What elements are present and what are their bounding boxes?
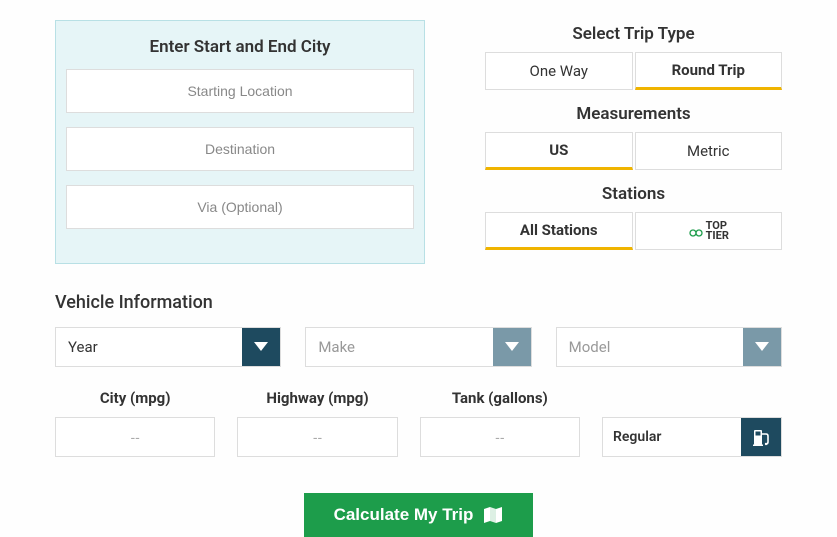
make-select-label: Make <box>306 328 492 366</box>
model-select[interactable]: Model <box>556 327 782 367</box>
model-select-label: Model <box>557 328 743 366</box>
top-tier-button[interactable]: TOP TIER <box>635 212 783 250</box>
year-select[interactable]: Year <box>55 327 281 367</box>
one-way-button[interactable]: One Way <box>485 52 633 90</box>
measurements-toggle: US Metric <box>485 132 782 170</box>
starting-location-input[interactable] <box>66 69 414 113</box>
location-panel: Enter Start and End City <box>55 20 425 264</box>
us-button[interactable]: US <box>485 132 633 170</box>
fuel-pump-icon <box>741 418 781 456</box>
fuel-type-select[interactable]: Regular <box>602 417 782 457</box>
measurements-heading: Measurements <box>485 104 782 124</box>
make-select[interactable]: Make <box>305 327 531 367</box>
city-mpg-label: City (mpg) <box>55 389 215 407</box>
vehicle-heading: Vehicle Information <box>55 292 782 313</box>
all-stations-button[interactable]: All Stations <box>485 212 633 250</box>
map-icon <box>483 506 503 524</box>
via-input[interactable] <box>66 185 414 229</box>
destination-input[interactable] <box>66 127 414 171</box>
options-panel: Select Trip Type One Way Round Trip Meas… <box>485 20 782 264</box>
stations-toggle: All Stations TOP TIER <box>485 212 782 250</box>
top-tier-label-bottom: TIER <box>706 229 729 242</box>
chevron-down-icon <box>743 328 781 366</box>
year-select-label: Year <box>56 328 242 366</box>
trip-type-heading: Select Trip Type <box>485 24 782 44</box>
chevron-down-icon <box>493 328 531 366</box>
highway-mpg-input[interactable] <box>237 417 397 457</box>
location-heading: Enter Start and End City <box>66 37 414 57</box>
top-tier-icon <box>688 225 704 237</box>
fuel-type-label: Regular <box>603 418 741 456</box>
round-trip-button[interactable]: Round Trip <box>635 52 783 90</box>
city-mpg-input[interactable] <box>55 417 215 457</box>
highway-mpg-label: Highway (mpg) <box>237 389 397 407</box>
tank-label: Tank (gallons) <box>420 389 580 407</box>
stations-heading: Stations <box>485 184 782 204</box>
tank-input[interactable] <box>420 417 580 457</box>
calculate-trip-button[interactable]: Calculate My Trip <box>304 493 534 537</box>
vehicle-section: Vehicle Information Year Make Model City… <box>55 292 782 457</box>
chevron-down-icon <box>242 328 280 366</box>
calculate-trip-label: Calculate My Trip <box>334 505 474 525</box>
metric-button[interactable]: Metric <box>635 132 783 170</box>
trip-type-toggle: One Way Round Trip <box>485 52 782 90</box>
